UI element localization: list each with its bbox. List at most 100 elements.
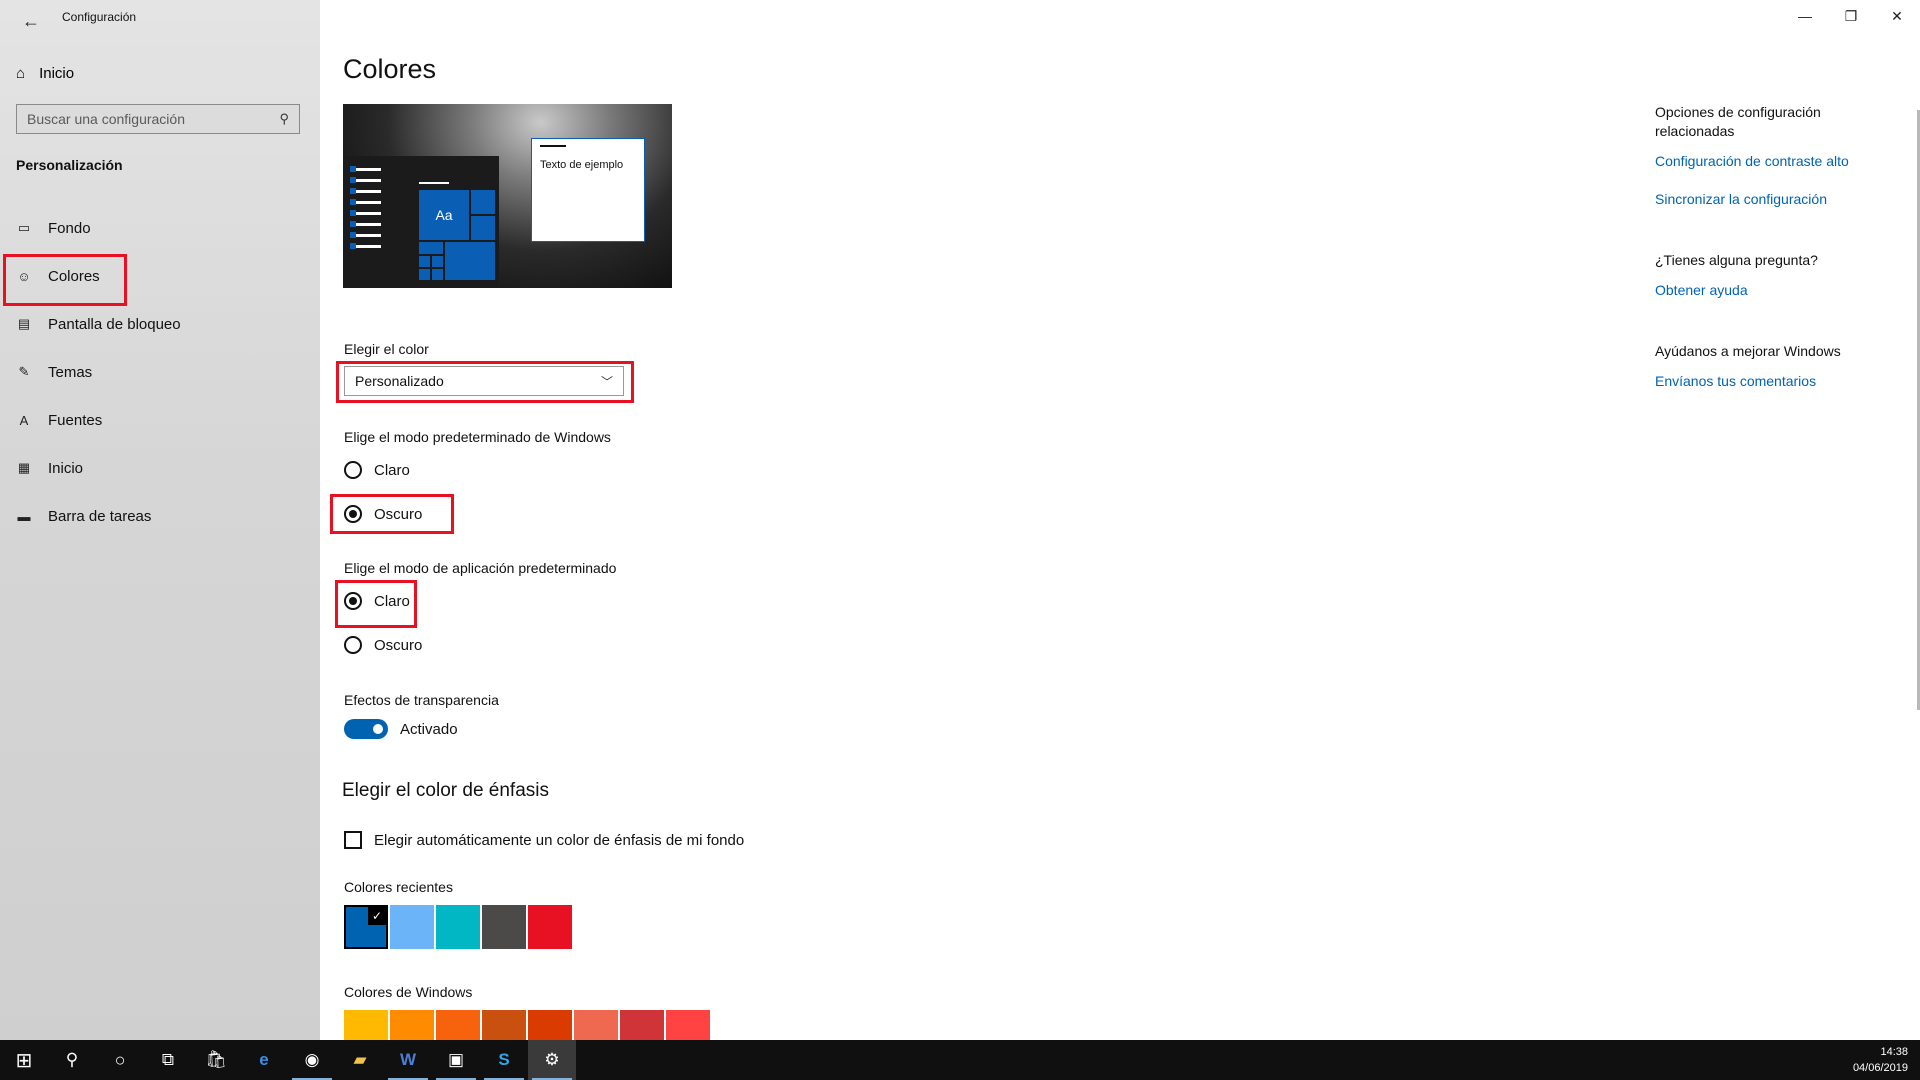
lock-screen-icon: ▤ [17,316,31,331]
section-title: Personalización [16,157,123,173]
sidebar-home[interactable]: ⌂ Inicio [16,58,74,88]
task-view-icon[interactable]: ⧉ [144,1040,192,1080]
toggle-state-label: Activado [400,720,458,738]
sidebar-item-label: Fuentes [48,411,103,429]
word-icon[interactable]: W [384,1040,432,1080]
color-swatch[interactable] [482,1010,526,1040]
color-swatch[interactable] [666,1010,710,1040]
color-swatch[interactable] [344,1010,388,1040]
high-contrast-link[interactable]: Configuración de contraste alto [1655,153,1885,169]
file-explorer-icon[interactable]: ▰ [336,1040,384,1080]
color-swatch[interactable] [620,1010,664,1040]
transparency-toggle[interactable]: Activado [344,719,458,739]
sidebar-item-colores[interactable]: ☺ Colores [0,252,320,306]
related-settings: Opciones de configuración relacionadas C… [1655,103,1885,389]
windows-mode-label: Elige el modo predeterminado de Windows [344,429,611,445]
close-button[interactable]: ✕ [1874,0,1920,32]
auto-accent-checkbox[interactable]: Elegir automáticamente un color de énfas… [344,831,744,849]
image-icon: ▭ [17,220,31,235]
clock-time: 14:38 [1880,1046,1908,1058]
taskbar-clock[interactable]: 14:38 04/06/2019 [1853,1044,1908,1076]
recent-colors-label: Colores recientes [344,879,453,895]
sidebar-item-label: Colores [48,267,100,285]
search-icon[interactable]: ⚲ [48,1040,96,1080]
taskbar-icon: ▬ [17,508,31,524]
get-help-link[interactable]: Obtener ayuda [1655,282,1885,298]
main-content: — ❐ ✕ Colores Aa Texto de ejemplo Elegir… [320,0,1920,1040]
color-swatch[interactable] [482,905,526,949]
sidebar-nav: ▭ Fondo ☺ Colores ▤ Pantalla de bloqueo … [0,204,320,540]
sidebar-home-label: Inicio [39,64,75,82]
radio-circle[interactable] [344,461,362,479]
preview-tile-aa: Aa [419,190,469,240]
radio-windows-claro[interactable]: Claro [344,461,410,479]
radio-label: Oscuro [374,636,423,654]
search-box[interactable]: ⚲ [16,104,300,134]
windows-colors-label: Colores de Windows [344,984,473,1000]
windows-colors [344,1010,712,1040]
sidebar-item-inicio[interactable]: ▦ Inicio [0,444,320,492]
check-icon: ✓ [368,907,386,925]
minimize-button[interactable]: — [1782,0,1828,32]
sidebar-item-label: Pantalla de bloqueo [48,315,181,333]
store-icon[interactable]: 🛍 [192,1040,240,1080]
window-controls: — ❐ ✕ [1782,0,1920,32]
taskbar-icons: ⊞ ⚲ ○ ⧉ 🛍 e ◉ ▰ W ▣ S ⚙ [0,1040,576,1080]
back-arrow-icon[interactable]: ← [14,6,48,36]
sidebar-item-label: Temas [48,363,93,381]
fonts-icon: A [19,412,29,428]
search-icon[interactable]: ⚲ [279,111,289,127]
sidebar-item-label: Inicio [48,459,84,477]
settings-gear-icon[interactable]: ⚙ [528,1040,576,1080]
color-swatch[interactable] [390,1010,434,1040]
sidebar-item-fondo[interactable]: ▭ Fondo [0,204,320,252]
checkbox-box[interactable] [344,831,362,849]
sidebar-item-fuentes[interactable]: A Fuentes [0,396,320,444]
sidebar-item-temas[interactable]: ✎ Temas [0,348,320,396]
search-input[interactable] [27,111,280,127]
sidebar-item-barra-de-tareas[interactable]: ▬ Barra de tareas [0,492,320,540]
clock-date: 04/06/2019 [1852,1062,1908,1074]
app-title: Configuración [62,10,137,24]
color-swatch[interactable] [436,905,480,949]
preview-window: Texto de ejemplo [531,138,645,242]
color-swatch[interactable]: ✓ [344,905,388,949]
app-icon[interactable]: ▣ [432,1040,480,1080]
question-heading: ¿Tienes alguna pregunta? [1655,252,1818,268]
preview-app-list [350,166,381,256]
sidebar-item-label: Fondo [48,219,91,237]
preview-sample-text: Texto de ejemplo [540,159,624,171]
sidebar: ← Configuración ⌂ Inicio ⚲ Personalizaci… [0,0,320,1040]
sidebar-item-label: Barra de tareas [48,507,152,525]
home-icon: ⌂ [16,64,26,82]
restore-button[interactable]: ❐ [1828,0,1874,32]
feedback-link[interactable]: Envíanos tus comentarios [1655,373,1885,389]
improve-heading: Ayúdanos a mejorar Windows [1655,343,1841,359]
cortana-icon[interactable]: ○ [96,1040,144,1080]
palette-icon: ☺ [17,268,31,284]
skype-icon[interactable]: S [480,1040,528,1080]
page-title: Colores [343,54,437,84]
recent-colors: ✓ [344,905,574,949]
edge-icon[interactable]: e [240,1040,288,1080]
choose-color-label: Elegir el color [344,341,429,357]
chrome-icon[interactable]: ◉ [288,1040,336,1080]
color-swatch[interactable] [436,1010,480,1040]
color-swatch[interactable] [390,905,434,949]
radio-app-oscuro[interactable]: Oscuro [344,636,422,654]
highlight-box [336,361,634,403]
sync-settings-link[interactable]: Sincronizar la configuración [1655,191,1885,207]
related-heading: Opciones de configuración relacionadas [1655,104,1821,139]
color-swatch[interactable] [528,1010,572,1040]
sidebar-item-pantalla-de-bloqueo[interactable]: ▤ Pantalla de bloqueo [0,300,320,348]
theme-preview: Aa Texto de ejemplo [343,104,672,288]
checkbox-label: Elegir automáticamente un color de énfas… [374,831,745,849]
highlight-box [335,580,417,628]
radio-circle[interactable] [344,636,362,654]
toggle-switch[interactable] [344,719,388,739]
app-mode-label: Elige el modo de aplicación predetermina… [344,560,617,576]
start-icon: ▦ [17,460,31,475]
color-swatch[interactable] [528,905,572,949]
windows-start-icon[interactable]: ⊞ [0,1040,48,1080]
color-swatch[interactable] [574,1010,618,1040]
